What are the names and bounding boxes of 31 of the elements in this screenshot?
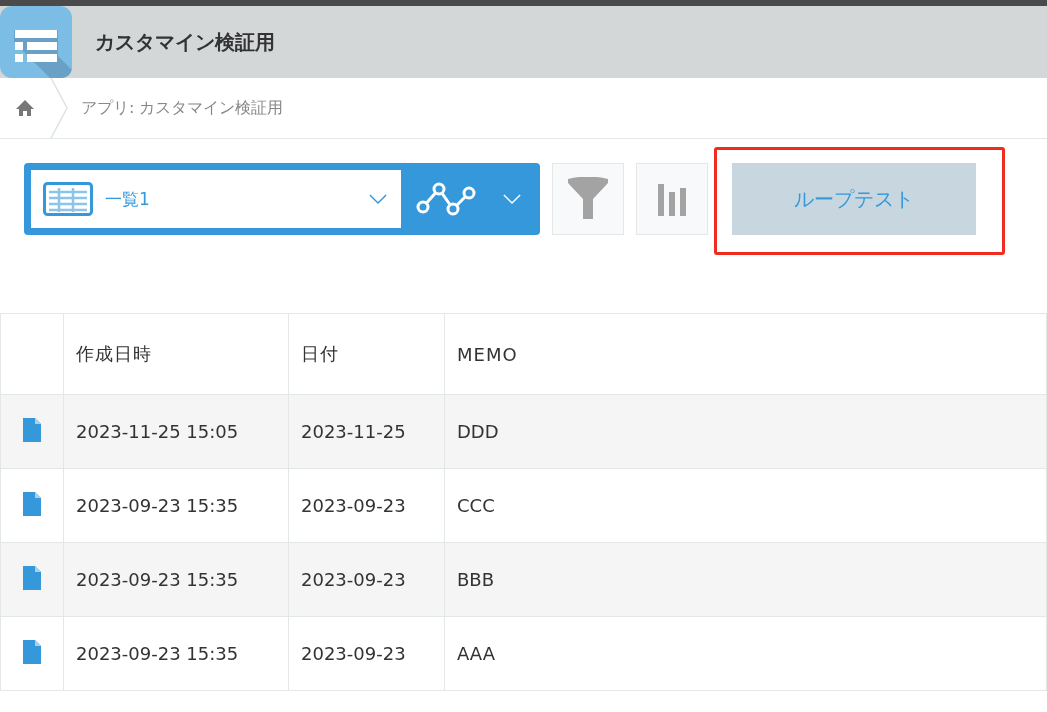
table-cell: 2023-09-23 15:35 [63, 468, 289, 543]
column-header[interactable]: 日付 [288, 313, 445, 395]
document-icon[interactable] [23, 639, 41, 664]
table-cell: 2023-09-23 [288, 468, 445, 543]
filter-button[interactable] [552, 163, 624, 235]
caret-icon [369, 193, 387, 205]
table-cell: 2023-09-23 [288, 616, 445, 691]
document-icon[interactable] [23, 491, 41, 516]
table-cell: BBB [444, 542, 1047, 617]
column-header[interactable]: MEMO [444, 313, 1047, 395]
table-cell: CCC [444, 468, 1047, 543]
bar-chart-icon [656, 182, 688, 216]
home-icon[interactable] [15, 98, 35, 118]
table-cell: 2023-09-23 [288, 542, 445, 617]
breadcrumb-link[interactable]: アプリ: カスタマイン検証用 [81, 97, 284, 119]
caret-icon[interactable] [503, 193, 521, 205]
app-title: カスタマイン検証用 [95, 28, 275, 56]
table-cell: 2023-11-25 15:05 [63, 394, 289, 469]
document-icon[interactable] [23, 565, 41, 590]
filter-icon [568, 177, 608, 221]
graph-icon[interactable] [415, 181, 477, 217]
table-cell: AAA [444, 616, 1047, 691]
table-cell: DDD [444, 394, 1047, 469]
table-cell: 2023-09-23 15:35 [63, 542, 289, 617]
table-cell: 2023-09-23 15:35 [63, 616, 289, 691]
list-app-icon[interactable] [0, 6, 72, 78]
table-cell: 2023-11-25 [288, 394, 445, 469]
document-icon[interactable] [23, 417, 41, 442]
column-header[interactable]: 作成日時 [63, 313, 289, 395]
table-icon [43, 182, 93, 216]
chart-button[interactable] [636, 163, 708, 235]
